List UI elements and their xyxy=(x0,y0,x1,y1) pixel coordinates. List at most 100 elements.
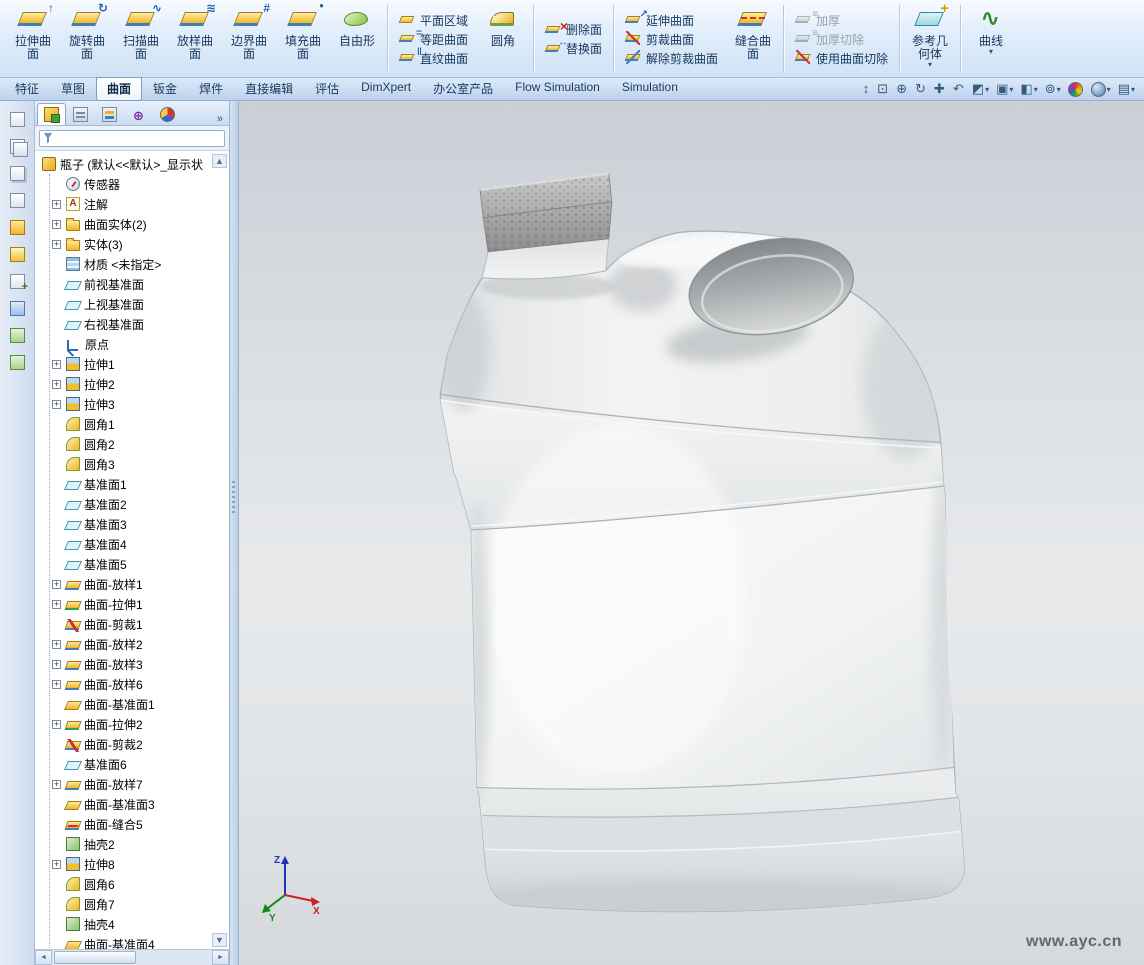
add-icon[interactable] xyxy=(6,271,28,291)
tree-item[interactable]: + 圆角1 xyxy=(52,414,229,434)
expand-toggle-icon[interactable]: + xyxy=(52,640,61,649)
tree-item[interactable]: + 拉伸8 xyxy=(52,854,229,874)
tree-item[interactable]: + 实体(3) xyxy=(52,234,229,254)
zoom-in-out-icon[interactable]: ⊕ xyxy=(893,80,911,98)
untrim-surface-button[interactable]: 解除剪裁曲面 xyxy=(620,49,723,68)
boundary-surface-button[interactable]: 边界曲面 xyxy=(222,1,276,77)
tab-sheet-metal[interactable]: 钣金 xyxy=(142,77,188,101)
graphics-viewport[interactable]: Z X Y www.ayc.cn xyxy=(239,101,1144,965)
tree-item[interactable]: + 曲面-放样6 xyxy=(52,674,229,694)
expand-toggle-icon[interactable]: + xyxy=(52,580,61,589)
tab-flow-simulation[interactable]: Flow Simulation xyxy=(504,77,611,101)
tree-item[interactable]: + 抽壳4 xyxy=(52,914,229,934)
view-orientation-icon[interactable]: ▣ ▾ xyxy=(993,80,1016,98)
tree-item[interactable]: + 基准面1 xyxy=(52,474,229,494)
tab-surfaces[interactable]: 曲面 xyxy=(96,77,142,101)
paste-stack-icon[interactable] xyxy=(6,352,28,372)
freeform-button[interactable]: 自由形 xyxy=(330,1,384,77)
display-style-icon[interactable]: ◧ ▾ xyxy=(1017,80,1040,98)
tree-item[interactable]: + 拉伸1 xyxy=(52,354,229,374)
edit-appearance-icon[interactable] xyxy=(1065,80,1087,98)
tree-root-item[interactable]: 瓶子 (默认<<默认>_显示状 xyxy=(40,154,229,174)
offset-surface-button[interactable]: 等距曲面 xyxy=(394,30,473,49)
document-icon[interactable] xyxy=(6,109,28,129)
expand-toggle-icon[interactable]: + xyxy=(52,380,61,389)
tree-item[interactable]: + 基准面4 xyxy=(52,534,229,554)
swept-surface-button[interactable]: 扫描曲面 xyxy=(114,1,168,77)
expand-toggle-icon[interactable]: + xyxy=(52,400,61,409)
tree-item[interactable]: + 圆角7 xyxy=(52,894,229,914)
expand-toggle-icon[interactable]: + xyxy=(52,220,61,229)
apply-scene-icon[interactable]: ▾ xyxy=(1088,80,1114,98)
previous-view-icon[interactable]: ↶ xyxy=(950,80,968,98)
tree-item[interactable]: + 圆角2 xyxy=(52,434,229,454)
tree-item[interactable]: + 曲面-剪裁2 xyxy=(52,734,229,754)
view-settings-icon[interactable]: ▤ ▾ xyxy=(1115,80,1138,98)
print-icon[interactable] xyxy=(6,190,28,210)
tree-item[interactable]: + 曲面-基准面1 xyxy=(52,694,229,714)
tab-sketch[interactable]: 草图 xyxy=(50,77,96,101)
tree-item[interactable]: + 原点 xyxy=(52,334,229,354)
replace-face-button[interactable]: 替换面 xyxy=(540,39,607,58)
scroll-track[interactable] xyxy=(52,950,212,965)
tree-item[interactable]: + 曲面-放样1 xyxy=(52,574,229,594)
pencil-icon[interactable] xyxy=(6,244,28,264)
scroll-left-button[interactable]: ◄ xyxy=(35,950,52,965)
tree-item[interactable]: + 曲面-放样3 xyxy=(52,654,229,674)
knit-surface-button[interactable]: 缝合曲面 xyxy=(726,1,780,77)
tree-filter-input[interactable] xyxy=(39,130,225,147)
tree-hscrollbar[interactable]: ◄ ► xyxy=(35,949,229,965)
tree-item[interactable]: + 曲面-基准面4 xyxy=(52,934,229,949)
tab-dimxpert[interactable]: DimXpert xyxy=(350,77,422,101)
documents-icon[interactable] xyxy=(6,136,28,156)
tree-item[interactable]: + 曲面-放样2 xyxy=(52,634,229,654)
tree-item[interactable]: + 传感器 xyxy=(52,174,229,194)
thicken-button[interactable]: 加厚 xyxy=(790,11,893,30)
tree-item[interactable]: + 上视基准面 xyxy=(52,294,229,314)
tree-item[interactable]: + 材质 <未指定> xyxy=(52,254,229,274)
cut-with-surface-button[interactable]: 使用曲面切除 xyxy=(790,49,893,68)
tree-scroll-up-button[interactable]: ▲ xyxy=(212,154,227,168)
propertymanager-tab[interactable] xyxy=(66,103,95,125)
link-icon[interactable] xyxy=(6,298,28,318)
expand-toggle-icon[interactable]: + xyxy=(52,660,61,669)
extruded-surface-button[interactable]: 拉伸曲面 xyxy=(6,1,60,77)
expand-toggle-icon[interactable]: + xyxy=(52,680,61,689)
fillet-button[interactable]: 圆角 xyxy=(476,1,530,77)
expand-toggle-icon[interactable]: + xyxy=(52,200,61,209)
section-view-icon[interactable]: ◩ ▾ xyxy=(969,80,992,98)
tab-features[interactable]: 特征 xyxy=(4,77,50,101)
expand-toggle-icon[interactable]: + xyxy=(52,720,61,729)
hide-show-items-icon[interactable]: ⊚ ▾ xyxy=(1042,80,1064,98)
tree-item[interactable]: + 曲面-剪裁1 xyxy=(52,614,229,634)
tree-item[interactable]: + 曲面-拉伸1 xyxy=(52,594,229,614)
tab-direct-editing[interactable]: 直接编辑 xyxy=(234,77,304,101)
dimxpertmanager-tab[interactable]: ⊕ xyxy=(124,103,153,125)
tree-item[interactable]: + 基准面2 xyxy=(52,494,229,514)
curves-button[interactable]: 曲线 ▾ xyxy=(964,1,1018,77)
tree-item[interactable]: + 基准面6 xyxy=(52,754,229,774)
tab-simulation[interactable]: Simulation xyxy=(611,77,689,101)
tab-evaluate[interactable]: 评估 xyxy=(304,77,350,101)
folder-icon[interactable] xyxy=(6,217,28,237)
pan-icon[interactable]: ✚ xyxy=(931,80,949,98)
scroll-thumb[interactable] xyxy=(54,951,136,964)
tree-item[interactable]: + 基准面5 xyxy=(52,554,229,574)
zoom-fit-icon[interactable]: ↕ xyxy=(860,80,874,98)
tree-item[interactable]: + 曲面-缝合5 xyxy=(52,814,229,834)
tree-item[interactable]: + 抽壳2 xyxy=(52,834,229,854)
tree-scroll-down-button[interactable]: ▼ xyxy=(212,933,227,947)
filled-surface-button[interactable]: 填充曲面 xyxy=(276,1,330,77)
tree-item[interactable]: + 右视基准面 xyxy=(52,314,229,334)
tree-item[interactable]: + 圆角3 xyxy=(52,454,229,474)
copy-stack-icon[interactable] xyxy=(6,325,28,345)
tree-item[interactable]: + 曲面实体(2) xyxy=(52,214,229,234)
lofted-surface-button[interactable]: 放样曲面 xyxy=(168,1,222,77)
sheet-stack-icon[interactable] xyxy=(6,163,28,183)
delete-face-button[interactable]: 删除面 xyxy=(540,20,607,39)
tree-item[interactable]: + 曲面-基准面3 xyxy=(52,794,229,814)
scroll-right-button[interactable]: ► xyxy=(212,950,229,965)
featuremanager-tab[interactable] xyxy=(37,103,66,125)
trim-surface-button[interactable]: 剪裁曲面 xyxy=(620,30,723,49)
tree-item[interactable]: + 注解 xyxy=(52,194,229,214)
